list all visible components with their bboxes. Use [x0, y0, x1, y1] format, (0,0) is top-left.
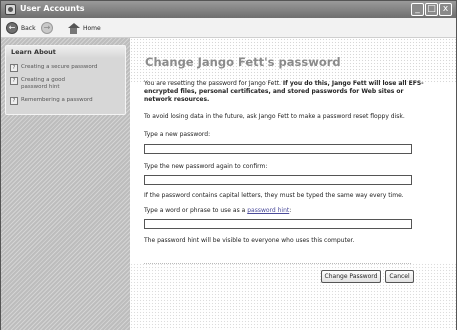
maximize-button[interactable]: □: [425, 3, 438, 16]
case-note: If the password contains capital letters…: [144, 192, 404, 199]
home-icon: [67, 22, 80, 34]
divider: [144, 263, 412, 264]
warning-intro: You are resetting the password for Jango…: [144, 80, 281, 87]
sidebar: Learn About ? Creating a secure password…: [1, 38, 130, 330]
back-button[interactable]: ← Back: [6, 21, 36, 35]
minimize-button[interactable]: _: [411, 3, 424, 16]
close-button[interactable]: x: [439, 3, 452, 16]
new-password-label: Type a new password:: [144, 131, 211, 138]
home-label: Home: [83, 24, 101, 32]
info-text: To avoid losing data in the future, ask …: [144, 113, 405, 120]
home-button[interactable]: Home: [67, 21, 101, 35]
sidebar-item-label: Remembering a password: [21, 97, 93, 103]
toolbar: ← Back → Home: [1, 18, 456, 38]
main-content: Change Jango Fett's password You are res…: [130, 38, 456, 330]
help-icon: ?: [10, 64, 18, 72]
forward-button[interactable]: →: [41, 21, 53, 35]
cancel-button[interactable]: Cancel: [385, 270, 414, 283]
forward-arrow-icon: →: [41, 22, 53, 34]
title-bar[interactable]: User Accounts _ □ x: [1, 1, 456, 18]
confirm-password-label: Type the new password again to confirm:: [144, 163, 268, 170]
sidebar-item-label: Creating a secure password: [21, 64, 98, 70]
help-icon: ?: [10, 97, 18, 105]
hint-label-suffix: :: [289, 207, 292, 214]
help-icon: ?: [10, 77, 18, 85]
hint-label: Type a word or phrase to use as a passwo…: [144, 207, 424, 215]
learn-about-heading: Learn About: [6, 46, 125, 58]
sidebar-item-remembering-password[interactable]: ? Remembering a password: [10, 97, 125, 105]
user-accounts-window: User Accounts _ □ x ← Back → Home Learn …: [0, 0, 457, 330]
page-title: Change Jango Fett's password: [145, 55, 341, 69]
user-accounts-icon: [5, 4, 16, 15]
sidebar-item-label: Creating a good password hint: [21, 77, 65, 90]
hint-note: The password hint will be visible to eve…: [144, 237, 355, 244]
hint-label-prefix: Type a word or phrase to use as a: [144, 207, 246, 214]
confirm-password-field[interactable]: [144, 175, 412, 185]
change-password-button[interactable]: Change Password: [321, 270, 381, 283]
back-label: Back: [21, 24, 36, 32]
sidebar-item-password-hint[interactable]: ? Creating a good password hint: [10, 77, 91, 91]
password-hint-field[interactable]: [144, 219, 412, 229]
learn-about-panel: Learn About ? Creating a secure password…: [5, 45, 126, 115]
new-password-field[interactable]: [144, 144, 412, 154]
password-hint-link[interactable]: password hint: [247, 207, 289, 214]
back-arrow-icon: ←: [6, 22, 18, 34]
sidebar-item-secure-password[interactable]: ? Creating a secure password: [10, 64, 125, 72]
reset-warning: You are resetting the password for Jango…: [144, 80, 424, 104]
window-title: User Accounts: [20, 4, 85, 13]
